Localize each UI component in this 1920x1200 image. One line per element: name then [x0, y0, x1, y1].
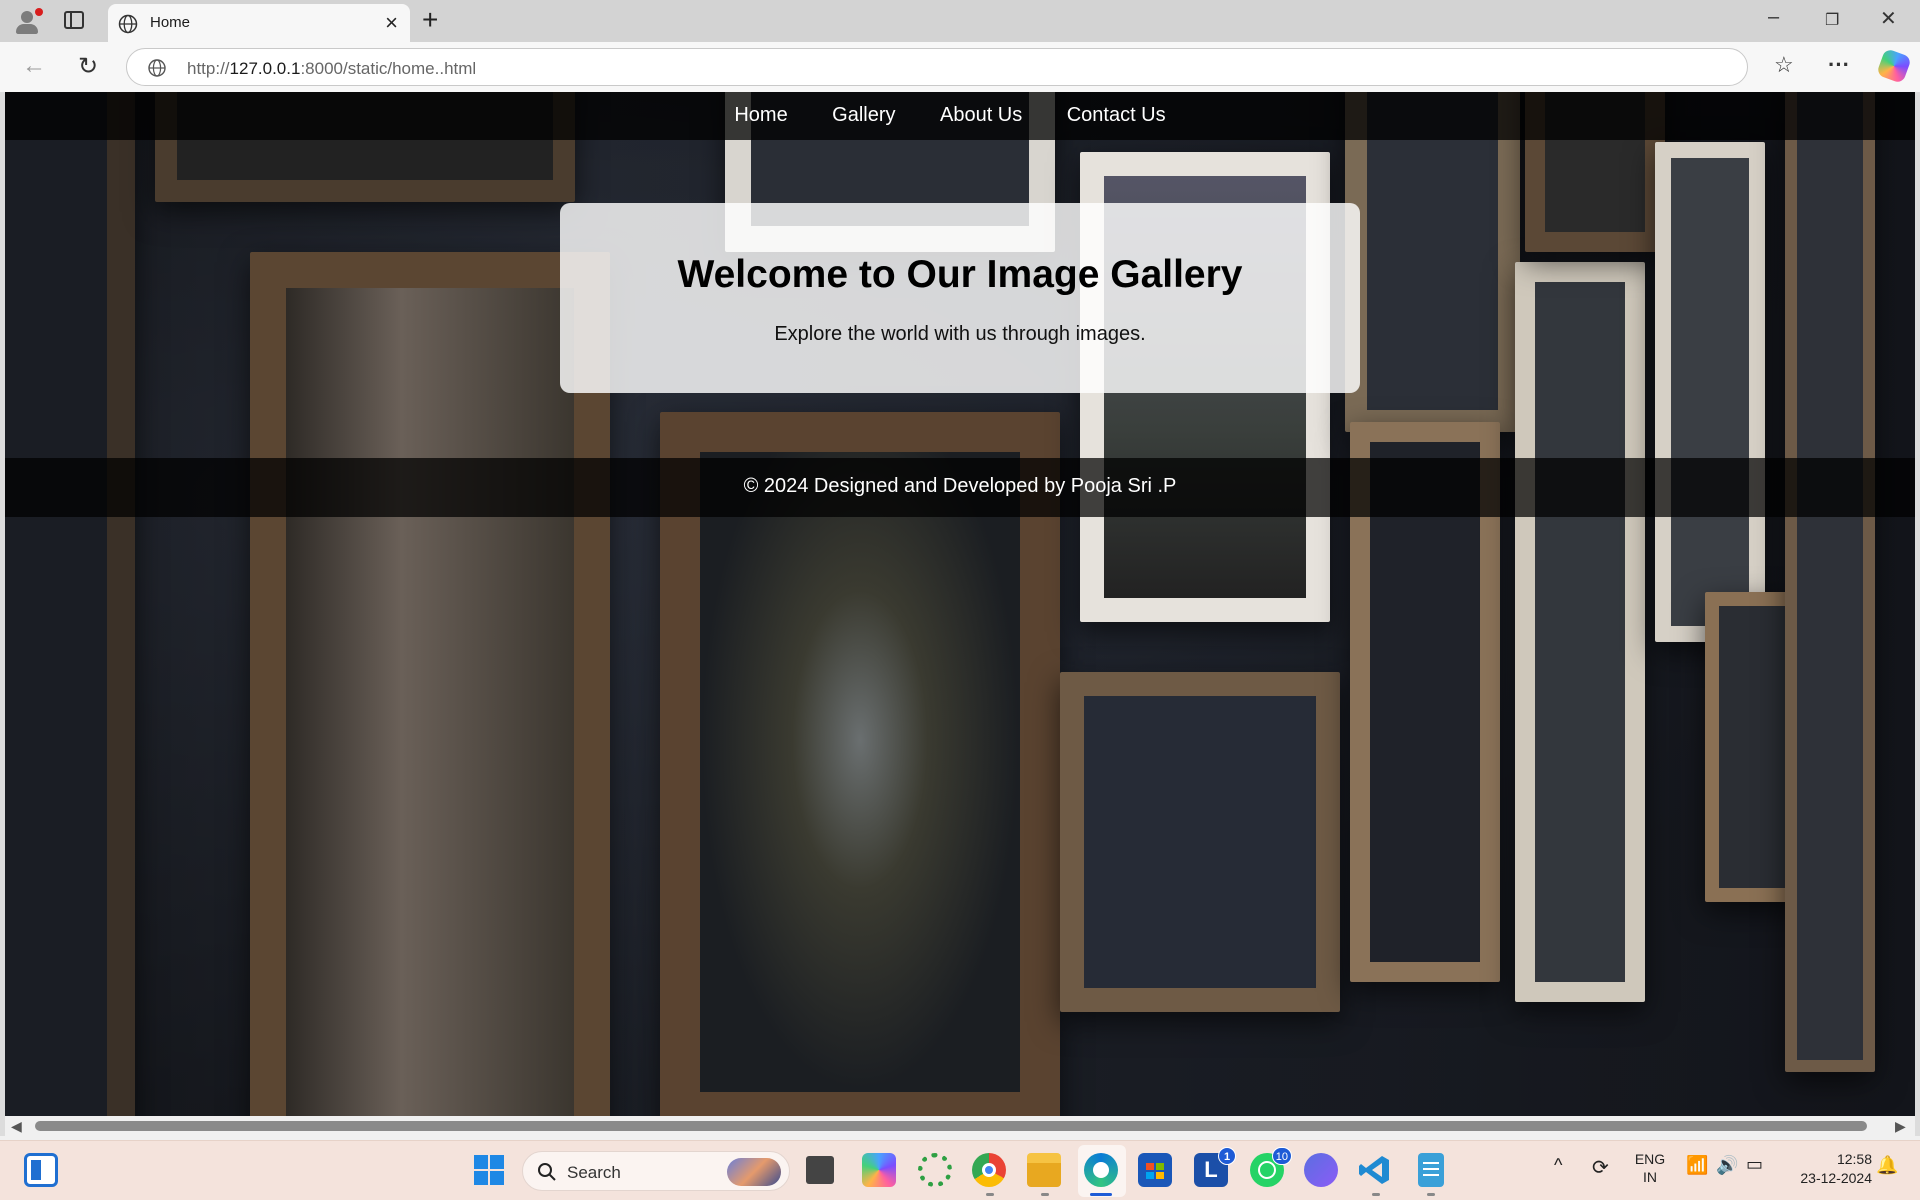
hero-title: Welcome to Our Image Gallery: [677, 253, 1243, 296]
edge-icon[interactable]: [1084, 1153, 1118, 1187]
search-highlight-icon: [727, 1158, 781, 1186]
microsoft-store-icon[interactable]: [1138, 1153, 1172, 1187]
new-tab-icon[interactable]: +: [422, 4, 438, 36]
horizontal-scrollbar[interactable]: ◀ ▶: [5, 1116, 1915, 1136]
browser-toolbar: ← ↻ http://127.0.0.1:8000/static/home..h…: [0, 42, 1920, 92]
hero-subtitle: Explore the world with us through images…: [774, 323, 1146, 345]
language-indicator[interactable]: ENG IN: [1630, 1151, 1670, 1185]
tab-actions-icon[interactable]: [64, 11, 84, 29]
url-prefix: http://: [187, 59, 230, 78]
vscode-icon[interactable]: [1358, 1153, 1392, 1187]
nav-link-contact-us[interactable]: Contact Us: [1067, 104, 1166, 127]
search-icon: [538, 1163, 556, 1181]
url-rest: :8000/static/home..html: [300, 59, 477, 78]
clock-time: 12:58: [1836, 1151, 1872, 1167]
page-viewport: Home Gallery About Us Contact Us Welcome…: [5, 92, 1915, 1116]
wifi-icon[interactable]: 📶: [1686, 1155, 1708, 1176]
language-code: ENG: [1634, 1151, 1666, 1167]
copilot-icon[interactable]: [1876, 48, 1912, 84]
widgets-icon[interactable]: [24, 1153, 58, 1187]
whatsapp-icon[interactable]: 10: [1250, 1147, 1292, 1187]
whatsapp-badge: 10: [1271, 1147, 1292, 1165]
chevron-up-icon[interactable]: ^: [1554, 1155, 1562, 1176]
scrollbar-thumb[interactable]: [35, 1121, 1867, 1131]
back-arrow-icon[interactable]: ←: [22, 52, 46, 80]
sync-icon[interactable]: ⟳: [1592, 1155, 1609, 1180]
site-footer: © 2024 Designed and Developed by Pooja S…: [5, 458, 1915, 517]
tab-title: Home: [150, 14, 191, 31]
url-host: 127.0.0.1: [229, 59, 301, 78]
restore-icon[interactable]: ❐: [1825, 10, 1839, 30]
notepad-icon[interactable]: [1418, 1153, 1444, 1187]
browser-title-bar: Home × + – ❐ ✕: [0, 0, 1920, 42]
chrome-icon[interactable]: [972, 1153, 1006, 1187]
close-tab-icon[interactable]: ×: [385, 10, 398, 36]
url-text: http://127.0.0.1:8000/static/home..html: [187, 59, 476, 79]
taskbar-search[interactable]: Search: [522, 1151, 790, 1191]
nav-link-about-us[interactable]: About Us: [940, 104, 1022, 127]
explorer-running-indicator: [1041, 1193, 1049, 1196]
windows-taskbar: Search L 1 10 ^ ⟳ ENG IN 📶 🔊 ▭ 12:58 23-…: [0, 1140, 1920, 1200]
clock[interactable]: 12:58 23-12-2024: [1784, 1151, 1872, 1186]
region-code: IN: [1643, 1169, 1657, 1185]
copilot-taskbar-icon[interactable]: [862, 1153, 896, 1187]
site-navbar: Home Gallery About Us Contact Us: [5, 92, 1915, 140]
volume-icon[interactable]: 🔊: [1716, 1155, 1738, 1176]
scroll-left-icon[interactable]: ◀: [11, 1118, 22, 1135]
nav-link-gallery[interactable]: Gallery: [832, 104, 895, 127]
file-explorer-icon[interactable]: [1027, 1153, 1061, 1187]
scroll-right-icon[interactable]: ▶: [1895, 1118, 1906, 1135]
minimize-icon[interactable]: –: [1768, 6, 1779, 29]
task-view-icon[interactable]: [806, 1156, 834, 1184]
browser-tab-home[interactable]: Home ×: [108, 4, 410, 42]
favorites-star-icon[interactable]: ☆: [1774, 52, 1794, 78]
hero-card: Welcome to Our Image Gallery Explore the…: [560, 203, 1360, 393]
more-options-icon[interactable]: ···: [1828, 52, 1850, 78]
search-placeholder: Search: [567, 1163, 621, 1182]
notepad-running-indicator: [1427, 1193, 1435, 1196]
l-app-icon[interactable]: L 1: [1194, 1147, 1236, 1187]
arc-app-icon[interactable]: [1304, 1153, 1338, 1187]
windows-start-icon[interactable]: [472, 1153, 506, 1187]
nav-link-home[interactable]: Home: [734, 104, 787, 127]
refresh-app-icon[interactable]: [918, 1153, 952, 1187]
profile-avatar-icon[interactable]: [12, 8, 44, 36]
l-app-badge: 1: [1218, 1147, 1236, 1165]
globe-icon: [118, 14, 138, 34]
edge-active-indicator: [1090, 1193, 1112, 1196]
chrome-running-indicator: [986, 1193, 994, 1196]
site-info-icon[interactable]: [147, 58, 167, 78]
footer-text: © 2024 Designed and Developed by Pooja S…: [743, 475, 1177, 497]
notification-bell-icon[interactable]: 🔔: [1876, 1155, 1898, 1176]
reload-icon[interactable]: ↻: [78, 52, 98, 81]
address-bar[interactable]: http://127.0.0.1:8000/static/home..html: [126, 48, 1748, 86]
clock-date: 23-12-2024: [1800, 1170, 1872, 1186]
vscode-running-indicator: [1372, 1193, 1380, 1196]
close-window-icon[interactable]: ✕: [1880, 6, 1897, 31]
battery-icon[interactable]: ▭: [1746, 1154, 1763, 1175]
